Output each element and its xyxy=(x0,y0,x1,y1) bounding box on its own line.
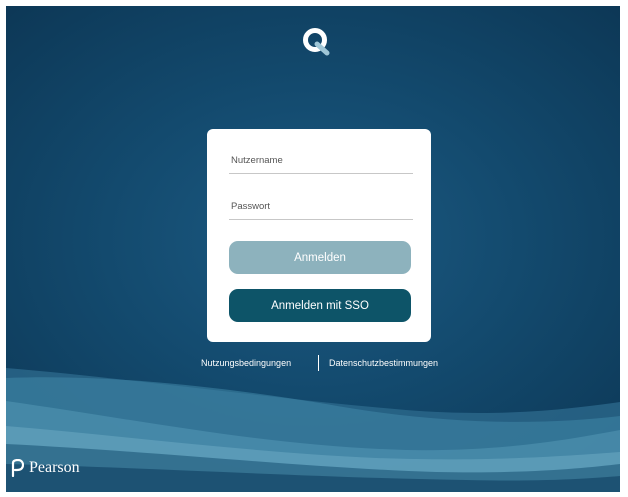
password-input[interactable] xyxy=(229,194,413,220)
login-card: Anmelden Anmelden mit SSO xyxy=(207,129,431,342)
privacy-link[interactable]: Datenschutzbestimmungen xyxy=(329,358,438,368)
pearson-wordmark: Pearson xyxy=(29,459,80,476)
login-button[interactable]: Anmelden xyxy=(229,241,411,274)
footer-links: Nutzungsbedingungen Datenschutzbestimmun… xyxy=(6,355,620,371)
terms-link[interactable]: Nutzungsbedingungen xyxy=(201,358,291,368)
q-app-logo-icon xyxy=(303,28,330,56)
pearson-brand: Pearson xyxy=(10,458,80,478)
login-screen: Anmelden Anmelden mit SSO Nutzungsbeding… xyxy=(6,6,620,492)
link-separator xyxy=(318,355,319,371)
sso-login-button[interactable]: Anmelden mit SSO xyxy=(229,289,411,322)
pearson-p-icon xyxy=(11,459,24,477)
username-input[interactable] xyxy=(229,148,413,174)
